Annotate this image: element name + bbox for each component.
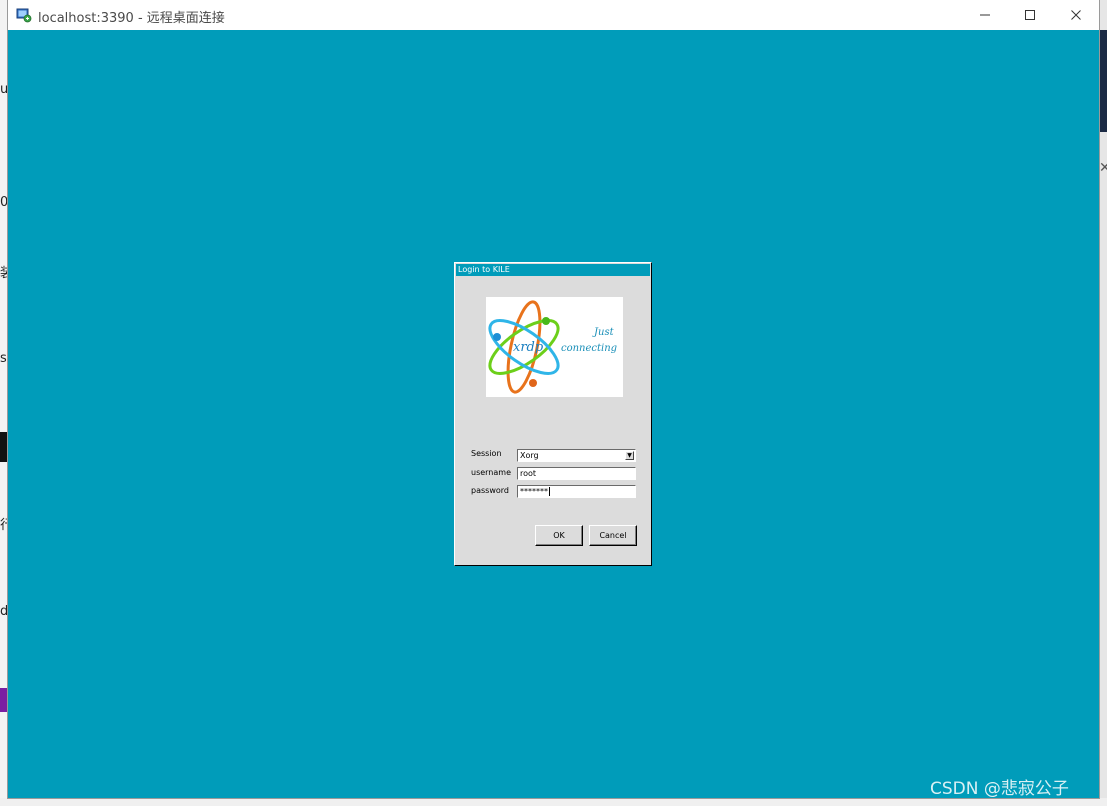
csdn-watermark: CSDN @悲寂公子 xyxy=(930,779,1069,799)
close-icon xyxy=(1071,10,1081,20)
logo-brand-text: xrdp xyxy=(513,340,544,355)
password-field[interactable]: ******* xyxy=(517,485,636,498)
close-button[interactable] xyxy=(1053,0,1099,30)
session-select[interactable]: Xorg ▼ xyxy=(517,449,636,462)
username-value: root xyxy=(520,469,537,478)
logo-tagline-connecting: connecting xyxy=(561,343,617,354)
username-label: username xyxy=(471,468,511,477)
cancel-button[interactable]: Cancel xyxy=(589,525,637,546)
password-value: ******* xyxy=(520,487,548,496)
xrdp-logo: xrdp Just connecting xyxy=(486,297,623,397)
logo-tagline-just: Just xyxy=(592,327,615,338)
ok-button[interactable]: OK xyxy=(535,525,583,546)
maximize-icon xyxy=(1025,10,1035,20)
session-value: Xorg xyxy=(520,451,539,460)
title-bar[interactable]: localhost:3390 - 远程桌面连接 xyxy=(8,0,1099,30)
session-label: Session xyxy=(471,449,502,458)
dialog-title: Login to KILE xyxy=(456,264,650,276)
remote-desktop-window: localhost:3390 - 远程桌面连接 Login to KILE xr… xyxy=(8,0,1099,798)
text-cursor xyxy=(549,487,550,496)
remote-desktop-app-icon xyxy=(16,7,32,23)
username-field[interactable]: root xyxy=(517,467,636,480)
password-label: password xyxy=(471,486,509,495)
window-title: localhost:3390 - 远程桌面连接 xyxy=(38,11,225,26)
remote-desktop-area[interactable]: Login to KILE xrdp Just connecting Sessi… xyxy=(8,30,1099,798)
minimize-button[interactable] xyxy=(962,0,1008,30)
minimize-icon xyxy=(980,14,990,16)
xrdp-login-dialog: Login to KILE xrdp Just connecting Sessi… xyxy=(454,262,652,566)
maximize-button[interactable] xyxy=(1007,0,1053,30)
background-window-edge-right xyxy=(1099,30,1107,132)
close-icon: ✕ xyxy=(1099,160,1107,176)
background-window-edge-bottom xyxy=(0,798,1107,806)
dropdown-arrow-icon[interactable]: ▼ xyxy=(625,451,634,460)
